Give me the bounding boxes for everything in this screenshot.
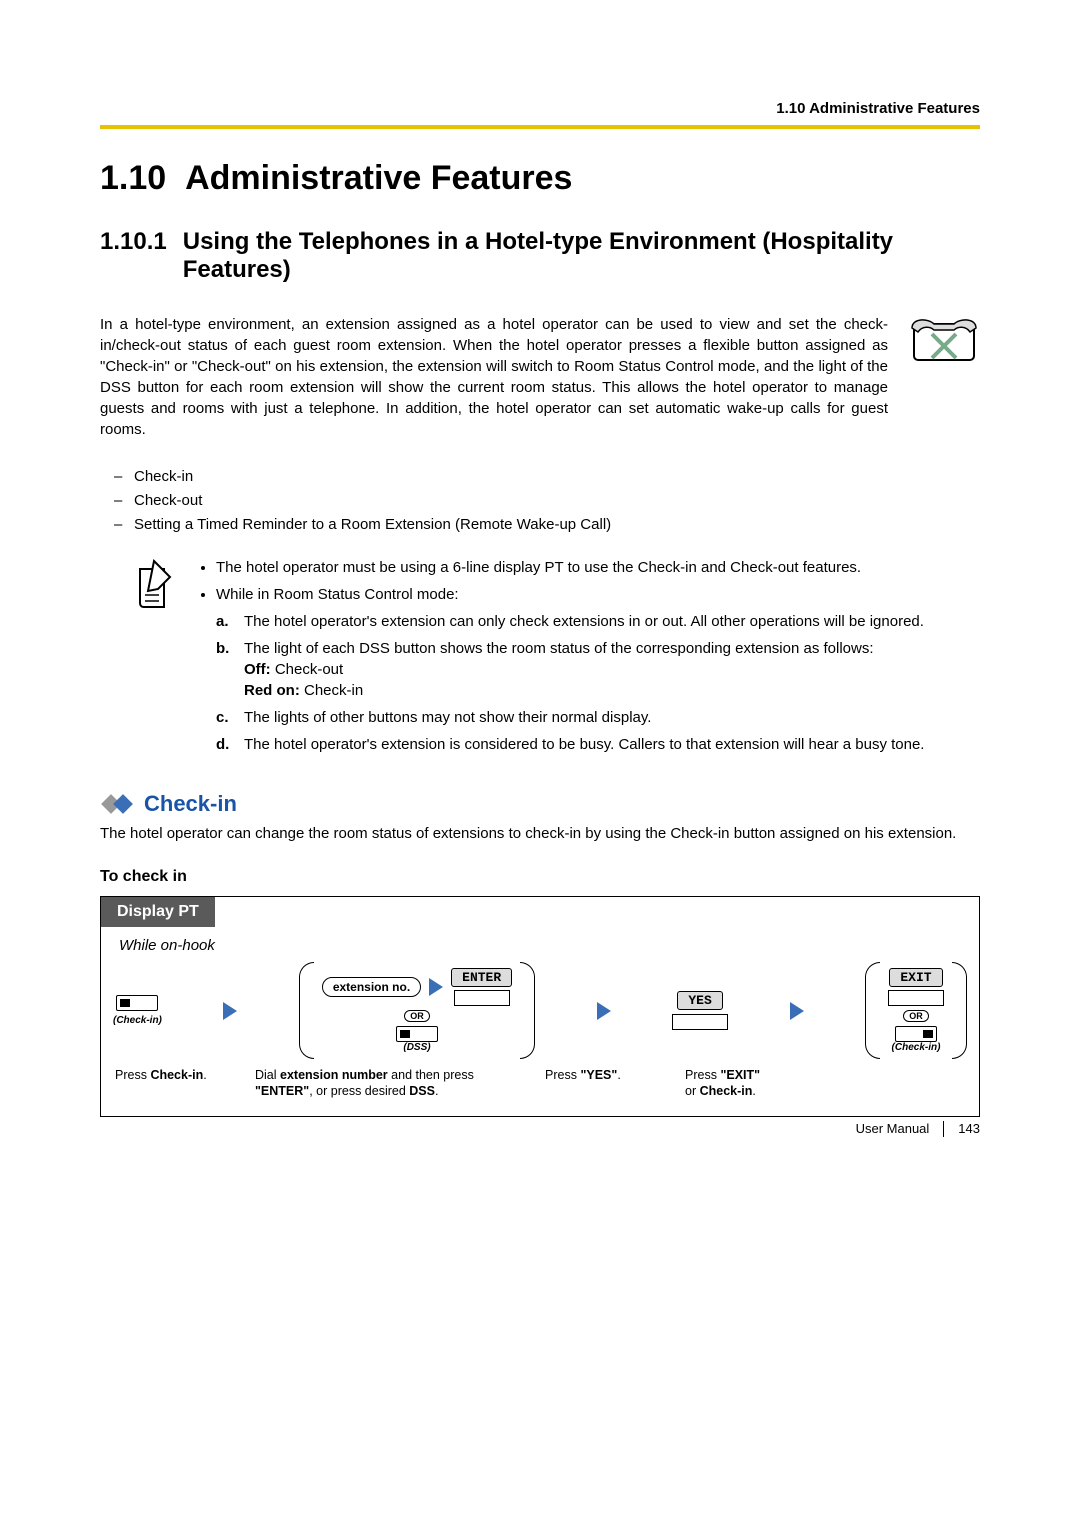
- intro-text: In a hotel-type environment, an extensio…: [100, 314, 888, 440]
- note-sub-item: d.The hotel operator's extension is cons…: [244, 734, 980, 755]
- bracket-close-icon: [952, 962, 967, 1059]
- procedure-condition: While on-hook: [101, 927, 979, 962]
- softkey-icon: [888, 990, 944, 1006]
- step-press-checkin: (Check-in): [113, 995, 162, 1026]
- footer-page-number: 143: [958, 1121, 980, 1136]
- hotel-phone-icon: [908, 314, 980, 440]
- caption-step1: Press Check-in.: [115, 1067, 255, 1100]
- arrow-right-icon: [223, 1002, 237, 1020]
- arrow-right-icon: [597, 1002, 611, 1020]
- caption-step3: Press "YES".: [545, 1067, 685, 1100]
- button-label-checkin: (Check-in): [113, 1015, 162, 1026]
- intro-block: In a hotel-type environment, an extensio…: [100, 314, 980, 440]
- label-red-on: Red on:: [244, 682, 300, 699]
- section-title: 1.10 Administrative Features: [100, 159, 980, 198]
- procedure-title: To check in: [100, 868, 980, 886]
- flexible-button-icon: [895, 1026, 937, 1042]
- value-off: Check-out: [275, 661, 343, 678]
- step-exit-group: EXIT OR (Check-in): [865, 962, 967, 1059]
- procedure-captions: Press Check-in. Dial extension number an…: [101, 1059, 979, 1100]
- feature-description: The hotel operator can change the room s…: [100, 823, 980, 844]
- note-block: The hotel operator must be using a 6-lin…: [100, 557, 980, 761]
- arrow-right-icon: [429, 978, 443, 996]
- note-sub-text: The light of each DSS button shows the r…: [244, 640, 874, 657]
- note-sub-text: The lights of other buttons may not show…: [244, 709, 651, 726]
- note-sub-item: a.The hotel operator's extension can onl…: [244, 611, 980, 632]
- bracket-open-icon: [865, 962, 880, 1059]
- bracket-close-icon: [520, 962, 535, 1059]
- note-sub-text: The hotel operator's extension can only …: [244, 613, 924, 630]
- footer-manual: User Manual: [856, 1121, 930, 1136]
- dash-item: Check-out: [134, 489, 980, 513]
- softkey-icon: [454, 990, 510, 1006]
- caption-step2: Dial extension number and then press "EN…: [255, 1067, 545, 1100]
- dash-item: Setting a Timed Reminder to a Room Exten…: [134, 513, 980, 537]
- bracket-open-icon: [299, 962, 314, 1059]
- section-name: Administrative Features: [185, 159, 572, 197]
- pencil-note-icon: [134, 557, 176, 761]
- section-number: 1.10: [100, 159, 166, 197]
- note-content: The hotel operator must be using a 6-lin…: [196, 557, 980, 761]
- subsection-title: 1.10.1 Using the Telephones in a Hotel-t…: [100, 228, 980, 284]
- softkey-icon: [672, 1014, 728, 1030]
- step-dial-extension-group: extension no. ENTER OR (DSS): [299, 962, 535, 1059]
- diamond-bullet-icon: [100, 794, 136, 814]
- or-badge: OR: [903, 1010, 929, 1022]
- extension-no-pill: extension no.: [322, 977, 421, 997]
- button-label-checkin: (Check-in): [892, 1042, 941, 1053]
- feature-heading: Check-in: [100, 791, 980, 817]
- enter-key-label: ENTER: [451, 968, 512, 987]
- subsection-name: Using the Telephones in a Hotel-type Env…: [183, 228, 980, 284]
- flexible-button-icon: [116, 995, 158, 1011]
- procedure-box: Display PT While on-hook (Check-in) exte…: [100, 896, 980, 1117]
- feature-dash-list: Check-in Check-out Setting a Timed Remin…: [100, 465, 980, 537]
- note-bullet-text: While in Room Status Control mode:: [216, 586, 459, 603]
- step-press-yes: YES: [672, 991, 728, 1030]
- label-off: Off:: [244, 661, 271, 678]
- dss-button-icon: [396, 1026, 438, 1042]
- feature-title-text: Check-in: [144, 791, 237, 817]
- arrow-right-icon: [790, 1002, 804, 1020]
- page-footer: User Manual 143: [856, 1121, 980, 1137]
- button-label-dss: (DSS): [403, 1042, 430, 1053]
- running-header: 1.10 Administrative Features: [100, 100, 980, 117]
- subsection-number: 1.10.1: [100, 228, 167, 284]
- dash-item: Check-in: [134, 465, 980, 489]
- note-bullet: While in Room Status Control mode: a.The…: [216, 584, 980, 755]
- page: 1.10 Administrative Features 1.10 Admini…: [0, 0, 1080, 1177]
- note-sub-item: c.The lights of other buttons may not sh…: [244, 707, 980, 728]
- yes-key-label: YES: [677, 991, 722, 1010]
- or-badge: OR: [404, 1010, 430, 1022]
- header-rule: [100, 125, 980, 129]
- caption-step4: Press "EXIT" or Check-in.: [685, 1067, 967, 1100]
- procedure-tab: Display PT: [101, 897, 215, 927]
- note-bullet: The hotel operator must be using a 6-lin…: [216, 557, 980, 578]
- exit-key-label: EXIT: [889, 968, 942, 987]
- note-sub-text: The hotel operator's extension is consid…: [244, 736, 924, 753]
- footer-divider: [943, 1121, 944, 1137]
- value-red-on: Check-in: [304, 682, 363, 699]
- note-sub-item: b. The light of each DSS button shows th…: [244, 638, 980, 701]
- procedure-flow: (Check-in) extension no. ENTER OR: [101, 962, 979, 1059]
